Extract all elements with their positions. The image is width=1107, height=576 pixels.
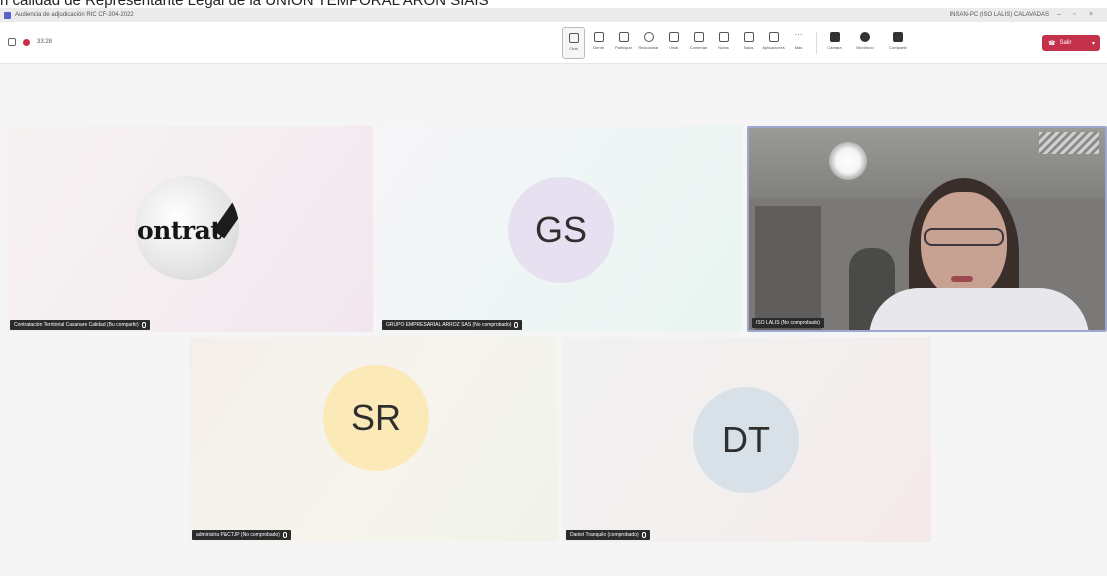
apps-icon	[768, 32, 779, 42]
phone-hangup-icon: ☎	[1048, 40, 1056, 47]
participant-name-label: GRUPO EMPRESARIAL ARROZ SAS (No comproba…	[382, 320, 523, 330]
comment-icon	[693, 32, 704, 42]
more-button[interactable]: ··· Más	[787, 27, 810, 59]
participant-avatar: DT	[693, 387, 799, 493]
toolbar-divider	[816, 32, 817, 54]
minimize-icon[interactable]: –	[1057, 11, 1065, 18]
participant-tile[interactable]: GS GRUPO EMPRESARIAL ARROZ SAS (No compr…	[379, 126, 742, 332]
notes-button[interactable]: Notas	[712, 27, 735, 59]
participant-name-label: ISO LALIS (No comprobado)	[752, 318, 824, 328]
participant-avatar: GS	[508, 177, 614, 283]
meeting-toolbar: 33:28 Chat Gente Participar Reaccionar V…	[0, 22, 1107, 64]
recording-icon	[23, 38, 30, 46]
participant-avatar-image: ontrat	[135, 176, 239, 280]
window-titlebar: Audiencia de adjudicación RIC CF-304-202…	[0, 8, 1107, 22]
apps-button[interactable]: Aplicaciones	[762, 27, 785, 59]
close-icon[interactable]: ×	[1089, 11, 1097, 18]
participant-tile[interactable]: ontrat Contratación Territorial Casanare…	[7, 126, 373, 332]
comment-button[interactable]: Comentar	[687, 27, 710, 59]
mic-icon	[141, 322, 146, 328]
share-button[interactable]: Compartir	[884, 27, 912, 59]
share-icon	[893, 32, 903, 42]
react-icon	[643, 32, 654, 42]
maximize-icon[interactable]: ▫	[1073, 11, 1081, 18]
raise-hand-button[interactable]: Participar	[612, 27, 635, 59]
meeting-timer: 33:28	[37, 39, 53, 45]
raise-hand-icon	[618, 32, 629, 42]
people-icon	[593, 32, 604, 42]
meeting-caption: n calidad de Representante Legal de la U…	[0, 0, 489, 9]
meeting-info-icon[interactable]	[8, 38, 16, 46]
ceiling-light	[829, 142, 867, 180]
view-icon	[668, 32, 679, 42]
participant-avatar: SR	[323, 365, 429, 471]
leave-button[interactable]: ☎ Salir ▾	[1042, 35, 1100, 51]
react-button[interactable]: Reaccionar	[637, 27, 660, 59]
chat-button[interactable]: Chat	[562, 27, 585, 59]
chat-icon	[568, 33, 579, 43]
camera-button[interactable]: Cámara	[823, 27, 846, 59]
toolbar-buttons: Chat Gente Participar Reaccionar Vista C…	[562, 27, 912, 59]
microphone-icon	[860, 32, 870, 42]
participant-name-label: Daniel Tranquilo (comprobado)	[566, 530, 650, 540]
rooms-icon	[743, 32, 754, 42]
mic-icon	[514, 322, 519, 328]
mic-icon	[641, 532, 646, 538]
teams-app-icon	[4, 11, 11, 19]
chevron-down-icon[interactable]: ▾	[1092, 40, 1095, 47]
more-icon: ···	[794, 30, 803, 39]
microphone-button[interactable]: Micrófono	[848, 27, 882, 59]
participant-name-label: Contratación Territorial Casanare Calida…	[10, 320, 150, 330]
participant-video	[921, 192, 1007, 300]
avatar-image-text: ontrat	[137, 216, 222, 245]
participant-tile[interactable]: SR administra P&CTJP (No comprobado)	[189, 337, 557, 542]
camera-icon	[829, 32, 840, 42]
participant-tile[interactable]: DT Daniel Tranquilo (comprobado)	[563, 337, 931, 542]
view-button[interactable]: Vista	[662, 27, 685, 59]
rooms-button[interactable]: Salas	[737, 27, 760, 59]
participant-video-tile[interactable]: ISO LALIS (No comprobado)	[747, 126, 1107, 332]
mic-icon	[282, 532, 287, 538]
people-button[interactable]: Gente	[587, 27, 610, 59]
participant-name-label: administra P&CTJP (No comprobado)	[192, 530, 291, 540]
window-title: Audiencia de adjudicación RIC CF-304-202…	[15, 12, 134, 18]
notes-icon	[718, 32, 729, 42]
account-name[interactable]: INSAN-PC (ISO LALIS) CALAVADAS	[950, 12, 1049, 18]
